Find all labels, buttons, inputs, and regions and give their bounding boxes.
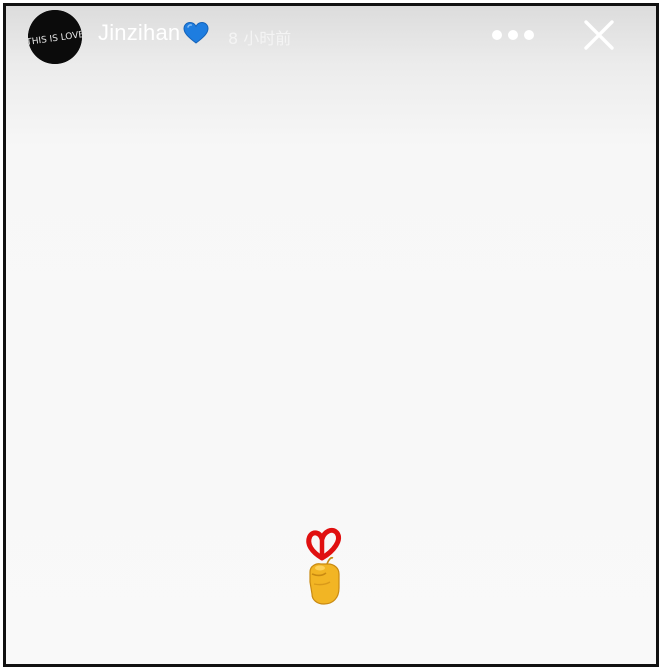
username-label: Jinzihan	[98, 20, 181, 45]
story-header: THIS IS LOVE Jinzihan 8 小时前	[6, 6, 656, 70]
story-viewer: THIS IS LOVE Jinzihan 8 小时前	[3, 3, 659, 667]
more-dot	[492, 30, 502, 40]
username-link[interactable]: Jinzihan	[98, 20, 209, 46]
finger-heart-sticker	[298, 522, 352, 608]
avatar[interactable]: THIS IS LOVE	[28, 10, 82, 64]
more-dot	[508, 30, 518, 40]
more-dot	[524, 30, 534, 40]
close-icon	[584, 20, 614, 50]
more-options-button[interactable]	[492, 24, 534, 46]
finger-heart-hand-icon	[306, 527, 341, 605]
close-button[interactable]	[580, 16, 618, 54]
post-timestamp: 8 小时前	[228, 29, 292, 48]
blue-heart-icon	[183, 21, 209, 44]
avatar-logo: THIS IS LOVE	[28, 10, 82, 64]
